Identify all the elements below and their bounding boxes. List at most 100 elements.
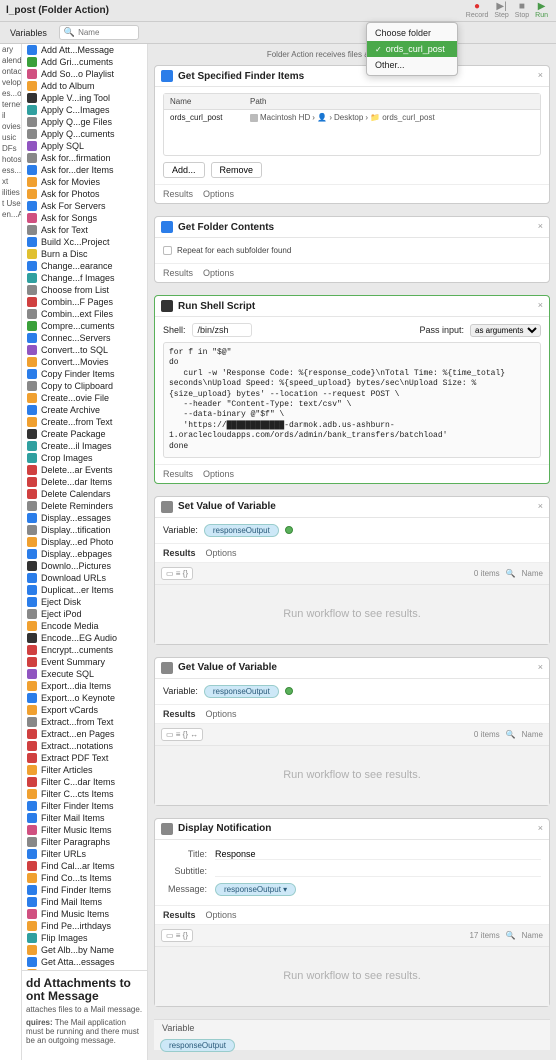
action-item[interactable]: Display...ebpages — [22, 548, 147, 560]
file-row[interactable]: ords_curl_post Macintosh HD › 👤 › Deskto… — [164, 110, 540, 125]
action-item[interactable]: Apply Q...ge Files — [22, 116, 147, 128]
action-item[interactable]: Apply SQL — [22, 140, 147, 152]
action-item[interactable]: Execute SQL — [22, 668, 147, 680]
action-item[interactable]: Display...ed Photo — [22, 536, 147, 548]
search-field[interactable]: 🔍 — [59, 25, 139, 40]
step-button[interactable]: ▶|Step — [494, 2, 508, 19]
category-item[interactable]: usic — [0, 132, 21, 143]
action-item[interactable]: Flip Images — [22, 932, 147, 944]
options-tab[interactable]: Options — [203, 469, 234, 479]
action-item[interactable]: Eject Disk — [22, 596, 147, 608]
action-item[interactable]: Create Archive — [22, 404, 147, 416]
action-item[interactable]: Apple V...ing Tool — [22, 92, 147, 104]
variable-pill[interactable]: responseOutput — [160, 1039, 235, 1052]
search-input[interactable] — [78, 28, 133, 37]
view-toggle[interactable]: ▭ ≡ {} ↔ — [161, 728, 203, 741]
action-item[interactable]: Add So...o Playlist — [22, 68, 147, 80]
action-item[interactable]: Filter C...cts Items — [22, 788, 147, 800]
action-item[interactable]: Find Finder Items — [22, 884, 147, 896]
action-item[interactable]: Add to Album — [22, 80, 147, 92]
variable-pill[interactable]: responseOutput — [204, 685, 279, 698]
action-item[interactable]: Extract...from Text — [22, 716, 147, 728]
action-item[interactable]: Filter Paragraphs — [22, 836, 147, 848]
options-tab[interactable]: Options — [203, 189, 234, 199]
action-item[interactable]: Crop Images — [22, 452, 147, 464]
action-item[interactable]: Add Gri...cuments — [22, 56, 147, 68]
close-icon[interactable]: × — [538, 70, 543, 80]
actions-list[interactable]: Add Att...MessageAdd Gri...cumentsAdd So… — [22, 44, 147, 970]
action-item[interactable]: Apply C...Images — [22, 104, 147, 116]
action-item[interactable]: Extract PDF Text — [22, 752, 147, 764]
variable-pill[interactable]: responseOutput — [204, 524, 279, 537]
action-item[interactable]: Export...dia Items — [22, 680, 147, 692]
action-display-notification[interactable]: × Display Notification Title: Subtitle: … — [154, 818, 550, 1007]
action-item[interactable]: Get Alb...by Name — [22, 944, 147, 956]
options-tab[interactable]: Options — [206, 548, 237, 558]
options-tab[interactable]: Options — [206, 709, 237, 719]
add-button[interactable]: Add... — [163, 162, 205, 178]
variables-tab-label[interactable]: Variable — [154, 1020, 550, 1036]
action-item[interactable]: Compre...cuments — [22, 320, 147, 332]
finder-file-list[interactable]: NamePath ords_curl_post Macintosh HD › 👤… — [163, 93, 541, 156]
action-run-shell-script[interactable]: × Run Shell Script Shell: /bin/zsh Pass … — [154, 295, 550, 484]
action-item[interactable]: Ask for Movies — [22, 176, 147, 188]
results-tab[interactable]: Results — [163, 910, 196, 920]
action-item[interactable]: Create...from Text — [22, 416, 147, 428]
action-item[interactable]: Export...o Keynote — [22, 692, 147, 704]
action-item[interactable]: Filter URLs — [22, 848, 147, 860]
action-item[interactable]: Ask for...der Items — [22, 164, 147, 176]
close-icon[interactable]: × — [538, 823, 543, 833]
results-tab[interactable]: Results — [163, 268, 193, 278]
notif-title-input[interactable] — [215, 849, 541, 860]
shell-script-textarea[interactable]: for f in "$@" do curl -w 'Response Code:… — [163, 342, 541, 458]
view-toggle[interactable]: ▭ ≡ {} — [161, 567, 193, 580]
action-item[interactable]: Create...il Images — [22, 440, 147, 452]
action-item[interactable]: Choose from List — [22, 284, 147, 296]
close-icon[interactable]: × — [538, 662, 543, 672]
category-item[interactable]: ovies — [0, 121, 21, 132]
action-item[interactable]: Downlo...Pictures — [22, 560, 147, 572]
pass-input-select[interactable]: as arguments — [470, 324, 541, 337]
record-button[interactable]: ●Record — [466, 2, 489, 19]
action-get-variable[interactable]: × Get Value of Variable Variable: respon… — [154, 657, 550, 806]
action-item[interactable]: Ask for...firmation — [22, 152, 147, 164]
close-icon[interactable]: × — [538, 501, 543, 511]
category-item[interactable]: ternet — [0, 99, 21, 110]
action-item[interactable]: Create...ovie File — [22, 392, 147, 404]
close-icon[interactable]: × — [538, 300, 543, 310]
remove-button[interactable]: Remove — [211, 162, 263, 178]
category-item[interactable]: alendar — [0, 55, 21, 66]
action-item[interactable]: Delete Calendars — [22, 488, 147, 500]
action-item[interactable]: Encode...EG Audio — [22, 632, 147, 644]
action-item[interactable]: Eject iPod — [22, 608, 147, 620]
action-item[interactable]: Burn a Disc — [22, 248, 147, 260]
action-item[interactable]: Find Music Items — [22, 908, 147, 920]
action-item[interactable]: Duplicat...er Items — [22, 584, 147, 596]
results-tab[interactable]: Results — [163, 709, 196, 719]
action-item[interactable]: Convert...Movies — [22, 356, 147, 368]
action-item[interactable]: Add Att...Message — [22, 44, 147, 56]
action-get-finder-items[interactable]: × Get Specified Finder Items NamePath or… — [154, 65, 550, 204]
action-item[interactable]: Ask For Servers — [22, 200, 147, 212]
action-item[interactable]: Filter Finder Items — [22, 800, 147, 812]
action-item[interactable]: Convert...to SQL — [22, 344, 147, 356]
action-item[interactable]: Export vCards — [22, 704, 147, 716]
results-tab[interactable]: Results — [163, 189, 193, 199]
category-item[interactable]: ary — [0, 44, 21, 55]
action-item[interactable]: Build Xc...Project — [22, 236, 147, 248]
action-item[interactable]: Extract...en Pages — [22, 728, 147, 740]
action-item[interactable]: Encrypt...cuments — [22, 644, 147, 656]
action-item[interactable]: Filter Music Items — [22, 824, 147, 836]
action-item[interactable]: Find Co...ts Items — [22, 872, 147, 884]
folder-dropdown[interactable]: Choose folder ✓ords_curl_post Other... — [366, 22, 458, 76]
variables-tab[interactable]: Variables — [4, 25, 53, 41]
variable-pill[interactable]: responseOutput ▾ — [215, 883, 296, 896]
options-tab[interactable]: Options — [206, 910, 237, 920]
options-tab[interactable]: Options — [203, 268, 234, 278]
view-toggle[interactable]: ▭ ≡ {} — [161, 929, 193, 942]
action-item[interactable]: Find Cal...ar Items — [22, 860, 147, 872]
dropdown-choose[interactable]: Choose folder — [367, 25, 457, 41]
category-item[interactable]: hotos — [0, 154, 21, 165]
dropdown-selected[interactable]: ✓ords_curl_post — [367, 41, 457, 57]
action-item[interactable]: Delete...ar Events — [22, 464, 147, 476]
